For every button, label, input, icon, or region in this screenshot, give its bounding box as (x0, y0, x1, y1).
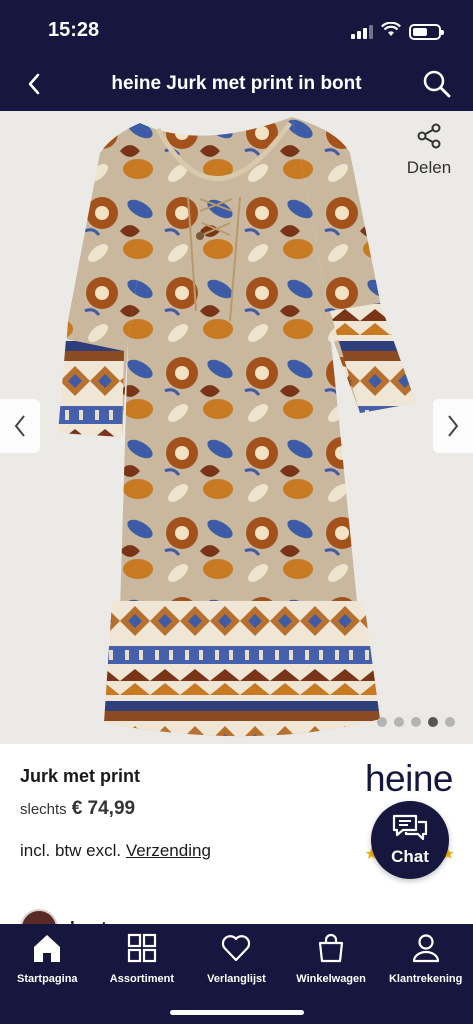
tab-klantrekening[interactable]: Klantrekening (378, 924, 473, 992)
product-price: € 74,99 (71, 798, 136, 819)
home-indicator (170, 1010, 304, 1015)
brand-logo[interactable]: heine (365, 758, 454, 800)
home-icon (34, 935, 61, 962)
tax-text: incl. btw excl. (20, 841, 122, 860)
chat-bubbles-icon (392, 814, 428, 841)
chevron-left-icon (14, 415, 25, 437)
share-label: Delen (406, 158, 452, 177)
gallery-pagination (377, 717, 455, 727)
wifi-icon (381, 21, 401, 42)
status-icons (351, 21, 444, 42)
tab-label: Assortiment (109, 973, 174, 985)
price-line: slechts € 74,99 (20, 798, 135, 820)
tax-info: incl. btw excl. Verzending (20, 841, 211, 861)
tab-winkelwagen[interactable]: Winkelwagen (284, 924, 379, 992)
chevron-left-icon (28, 73, 40, 95)
chat-label: Chat (391, 847, 429, 866)
product-info: Jurk met print slechts € 74,99 incl. btw… (0, 744, 473, 947)
heart-icon (222, 935, 251, 962)
back-button[interactable] (20, 70, 48, 98)
tab-startpagina[interactable]: Startpagina (0, 924, 95, 992)
status-time: 15:28 (48, 19, 100, 41)
tab-verlanglijst[interactable]: Verlanglijst (189, 924, 284, 992)
product-image-gallery[interactable]: Delen (0, 111, 473, 744)
tab-label: Verlanglijst (207, 973, 266, 985)
share-icon (417, 123, 441, 149)
tab-label: Winkelwagen (296, 973, 366, 985)
battery-icon (409, 24, 444, 40)
chat-button[interactable]: Chat (371, 801, 449, 879)
chevron-right-icon (448, 415, 459, 437)
bottom-tab-bar: Startpagina Assortiment Verlanglijst Win… (0, 924, 473, 1024)
search-icon (423, 70, 451, 98)
tab-assortiment[interactable]: Assortiment (95, 924, 190, 992)
previous-image-button[interactable] (0, 399, 40, 453)
navigation-bar: heine Jurk met print in bont (0, 62, 473, 111)
product-image (58, 117, 416, 737)
status-bar: 15:28 (0, 0, 473, 62)
person-icon (412, 934, 439, 963)
pagination-dot[interactable] (428, 717, 438, 727)
price-prefix: slechts (20, 801, 67, 818)
page-title: heine Jurk met print in bont (111, 73, 362, 94)
tab-label: Startpagina (17, 973, 78, 985)
pagination-dot[interactable] (377, 717, 387, 727)
search-button[interactable] (419, 66, 455, 102)
next-image-button[interactable] (433, 399, 473, 453)
share-button[interactable]: Delen (403, 123, 455, 178)
tab-label: Klantrekening (388, 973, 463, 985)
grid-icon (127, 933, 156, 963)
pagination-dot[interactable] (445, 717, 455, 727)
product-name: Jurk met print (20, 766, 141, 786)
pagination-dot[interactable] (394, 717, 404, 727)
signal-icon (351, 25, 373, 39)
pagination-dot[interactable] (411, 717, 421, 727)
shopping-bag-icon (318, 933, 344, 963)
shipping-link[interactable]: Verzending (126, 841, 211, 860)
